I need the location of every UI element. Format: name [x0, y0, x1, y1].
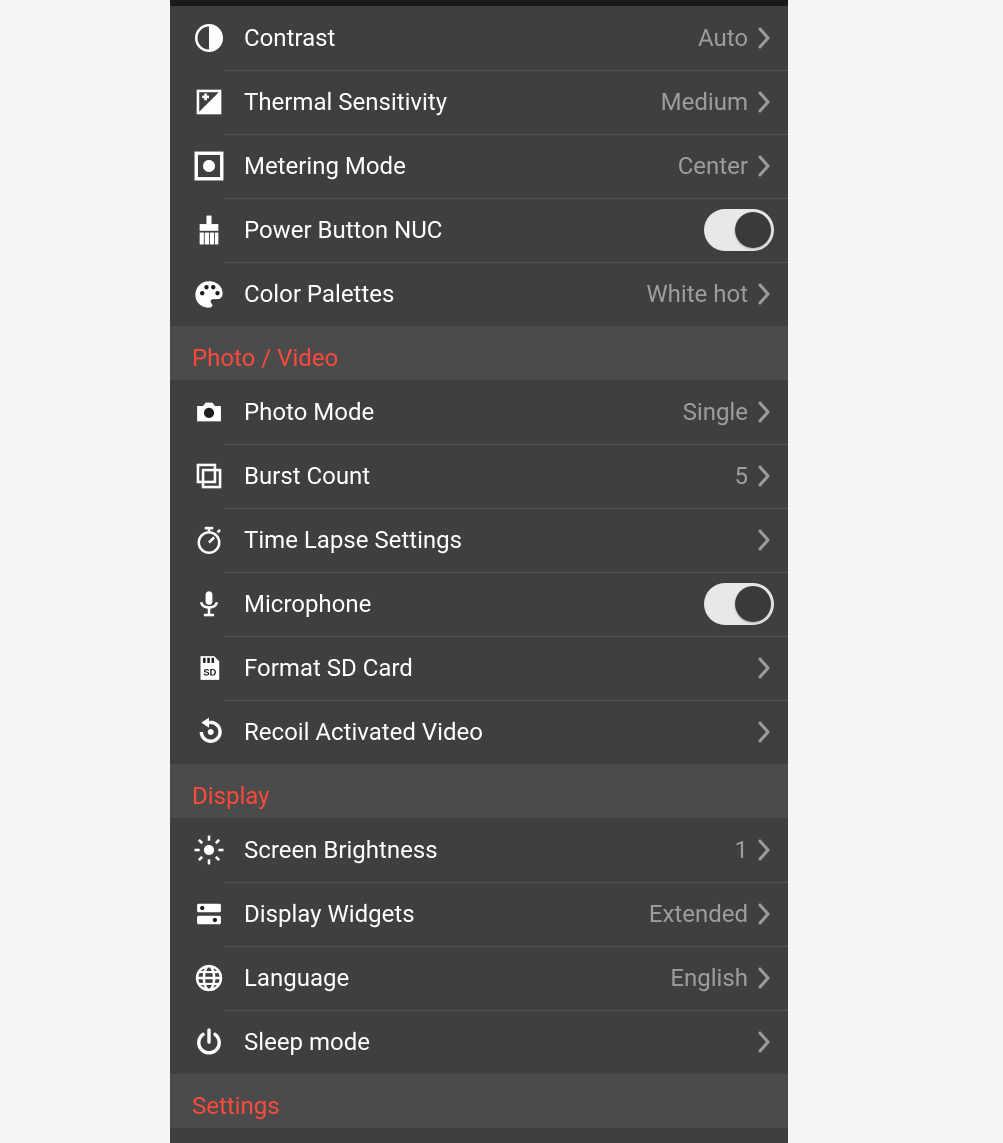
metering-icon	[186, 143, 232, 189]
section-header-photo-video: Photo / Video	[170, 326, 788, 380]
exposure-icon	[186, 79, 232, 125]
row-language[interactable]: Language English	[170, 946, 788, 1010]
widgets-icon	[186, 891, 232, 937]
row-value: English	[670, 964, 748, 992]
section-header-display: Display	[170, 764, 788, 818]
section-header-settings: Settings	[170, 1074, 788, 1128]
sdcard-icon: SD	[186, 645, 232, 691]
svg-text:SD: SD	[203, 668, 216, 678]
section-title: Photo / Video	[170, 326, 788, 384]
group-imaging: Contrast Auto Thermal Sensitivity Medium…	[170, 6, 788, 326]
chevron-right-icon	[754, 1026, 774, 1058]
row-microphone[interactable]: Microphone	[170, 572, 788, 636]
chevron-right-icon	[754, 150, 774, 182]
brush-icon	[186, 207, 232, 253]
row-label: Format SD Card	[244, 654, 754, 682]
chevron-right-icon	[754, 278, 774, 310]
row-value: White hot	[646, 280, 748, 308]
brightness-icon	[186, 827, 232, 873]
row-color-palettes[interactable]: Color Palettes White hot	[170, 262, 788, 326]
power-icon	[186, 1019, 232, 1065]
stopwatch-icon	[186, 517, 232, 563]
undo-icon	[186, 709, 232, 755]
row-label: Sleep mode	[244, 1028, 754, 1056]
row-time-lapse[interactable]: Time Lapse Settings	[170, 508, 788, 572]
contrast-icon	[186, 15, 232, 61]
row-value: Auto	[698, 24, 748, 52]
row-display-widgets[interactable]: Display Widgets Extended	[170, 882, 788, 946]
toggle-power-button-nuc[interactable]	[704, 209, 774, 251]
row-label: Burst Count	[244, 462, 735, 490]
row-label: Thermal Sensitivity	[244, 88, 661, 116]
row-label: Power Button NUC	[244, 216, 704, 244]
group-photo-video: Photo Mode Single Burst Count 5 Time Lap…	[170, 380, 788, 764]
row-value: 1	[735, 836, 749, 864]
row-label: Screen Brightness	[244, 836, 735, 864]
row-sleep-mode[interactable]: Sleep mode	[170, 1010, 788, 1074]
burst-icon	[186, 453, 232, 499]
chevron-right-icon	[754, 524, 774, 556]
microphone-icon	[186, 581, 232, 627]
chevron-right-icon	[754, 716, 774, 748]
section-title: Settings	[170, 1074, 788, 1132]
row-value: Extended	[649, 900, 748, 928]
row-power-button-nuc[interactable]: Power Button NUC	[170, 198, 788, 262]
chevron-right-icon	[754, 22, 774, 54]
row-thermal-sensitivity[interactable]: Thermal Sensitivity Medium	[170, 70, 788, 134]
row-label: Display Widgets	[244, 900, 649, 928]
row-recoil-video[interactable]: Recoil Activated Video	[170, 700, 788, 764]
row-value: Center	[678, 152, 748, 180]
chevron-right-icon	[754, 834, 774, 866]
row-value: 5	[735, 462, 749, 490]
globe-icon	[186, 955, 232, 1001]
row-burst-count[interactable]: Burst Count 5	[170, 444, 788, 508]
row-label: Contrast	[244, 24, 698, 52]
chevron-right-icon	[754, 460, 774, 492]
row-metering-mode[interactable]: Metering Mode Center	[170, 134, 788, 198]
row-photo-mode[interactable]: Photo Mode Single	[170, 380, 788, 444]
camera-icon	[186, 389, 232, 435]
toggle-microphone[interactable]	[704, 583, 774, 625]
group-display: Screen Brightness 1 Display Widgets Exte…	[170, 818, 788, 1074]
row-label: Photo Mode	[244, 398, 683, 426]
row-value: Medium	[661, 88, 748, 116]
row-label: Time Lapse Settings	[244, 526, 754, 554]
chevron-right-icon	[754, 396, 774, 428]
row-label: Language	[244, 964, 670, 992]
chevron-right-icon	[754, 898, 774, 930]
chevron-right-icon	[754, 962, 774, 994]
row-label: Recoil Activated Video	[244, 718, 754, 746]
row-label: Metering Mode	[244, 152, 678, 180]
row-screen-brightness[interactable]: Screen Brightness 1	[170, 818, 788, 882]
row-value: Single	[683, 398, 748, 426]
section-title: Display	[170, 764, 788, 822]
row-contrast[interactable]: Contrast Auto	[170, 6, 788, 70]
chevron-right-icon	[754, 86, 774, 118]
row-label: Microphone	[244, 590, 704, 618]
settings-screen: Contrast Auto Thermal Sensitivity Medium…	[170, 0, 788, 1143]
palette-icon	[186, 271, 232, 317]
chevron-right-icon	[754, 652, 774, 684]
row-label: Color Palettes	[244, 280, 646, 308]
row-format-sd[interactable]: SD Format SD Card	[170, 636, 788, 700]
